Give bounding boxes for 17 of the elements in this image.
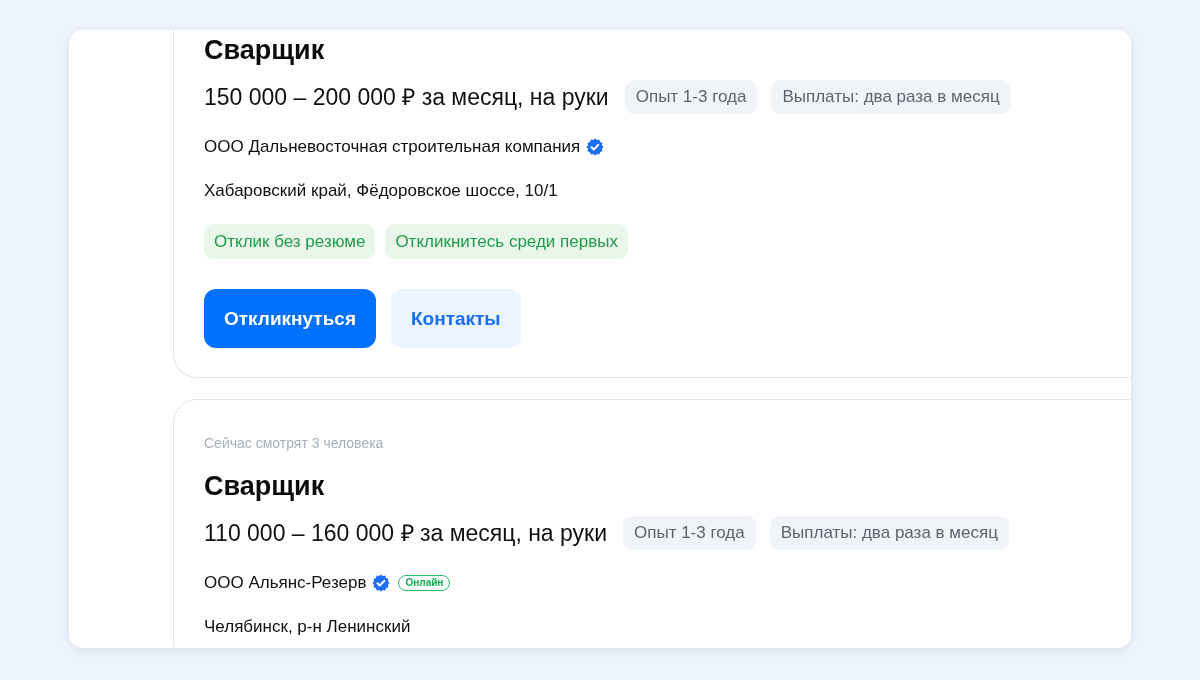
address-text: Хабаровский край, Фёдоровское шоссе, 10/1 [204, 180, 558, 202]
info-tag: Опыт 1-3 года [624, 80, 758, 114]
salary-text: 150 000 – 200 000 ₽ за месяц, на руки [204, 83, 609, 112]
info-tag: Выплаты: два раза в месяц [771, 80, 1011, 114]
salary-text: 110 000 – 160 000 ₽ за месяц, на руки [204, 519, 607, 548]
address-text: Челябинск, р-н Ленинский [204, 616, 411, 638]
feature-tag: Отклик без резюме [204, 224, 376, 259]
company-name: ООО Дальневосточная строительная компания [204, 136, 581, 158]
respond-button[interactable]: Откликнуться [204, 289, 376, 348]
info-tag: Выплаты: два раза в месяц [769, 516, 1009, 550]
feature-tag: Откликнитесь среди первых [385, 224, 628, 259]
vacancy-title: Сварщик [204, 470, 325, 502]
company-name: ООО Альянс-Резерв [204, 572, 367, 594]
contacts-button[interactable]: Контакты [391, 289, 521, 348]
info-tag: Опыт 1-3 года [623, 516, 756, 550]
viewers-count-text: Сейчас смотрят 3 человека [204, 434, 384, 452]
vacancy-title: Сварщик [204, 34, 325, 66]
